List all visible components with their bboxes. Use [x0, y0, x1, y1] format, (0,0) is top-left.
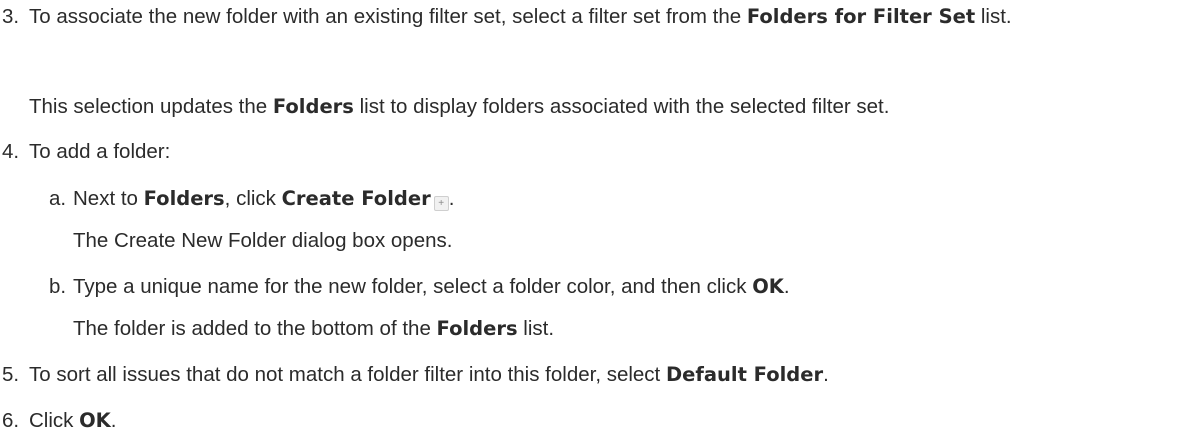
step-text: To sort all issues that do not match a f…	[29, 361, 1179, 388]
step-3-note: This selection updates the Folders list …	[29, 93, 1179, 120]
ui-label-create-folder: Create Folder	[281, 187, 431, 210]
text-run: Click	[29, 409, 80, 432]
step-number: 6.	[2, 409, 20, 432]
ui-label-folders: Folders	[436, 317, 518, 340]
text-run: .	[823, 363, 829, 386]
ui-label-default-folder: Default Folder	[665, 363, 824, 386]
text-run: To sort all issues that do not match a f…	[29, 363, 666, 386]
step-text: Click OK.	[29, 407, 1179, 434]
substep-a-note: The Create New Folder dialog box opens.	[73, 229, 453, 252]
substep-b-note: The folder is added to the bottom of the…	[73, 315, 1179, 342]
text-run: This selection updates the	[29, 95, 273, 118]
substep-text: Type a unique name for the new folder, s…	[73, 273, 1179, 300]
document-page: 3. To associate the new folder with an e…	[0, 0, 1199, 444]
substep-letter: a.	[49, 187, 67, 210]
substep-text: Next to Folders, click Create Folder +.	[73, 185, 1179, 212]
text-run: .	[110, 409, 117, 432]
step-text: To add a folder:	[29, 140, 171, 163]
text-run: , click	[224, 187, 282, 210]
step-number: 4.	[2, 140, 20, 163]
create-folder-icon: +	[433, 196, 449, 211]
ui-label-folders-for-filter-set: Folders for Filter Set	[746, 5, 976, 28]
text-run: The folder is added to the bottom of the	[73, 317, 437, 340]
ui-label-ok: OK	[79, 409, 111, 432]
ui-label-ok: OK	[752, 275, 784, 298]
step-number: 3.	[2, 5, 20, 28]
text-run: To associate the new folder with an exis…	[29, 5, 747, 28]
text-run: Next to	[73, 187, 144, 210]
step-text: To associate the new folder with an exis…	[29, 3, 1169, 30]
text-run: .	[448, 187, 455, 210]
substep-letter: b.	[49, 275, 67, 298]
text-run: list.	[517, 317, 555, 340]
ui-label-folders: Folders	[272, 95, 354, 118]
text-run: .	[783, 275, 790, 298]
text-run: list to display folders associated with …	[353, 95, 890, 118]
ui-label-folders: Folders	[143, 187, 225, 210]
step-number: 5.	[2, 363, 20, 386]
text-run: list.	[975, 5, 1012, 28]
text-run: Type a unique name for the new folder, s…	[73, 275, 753, 298]
